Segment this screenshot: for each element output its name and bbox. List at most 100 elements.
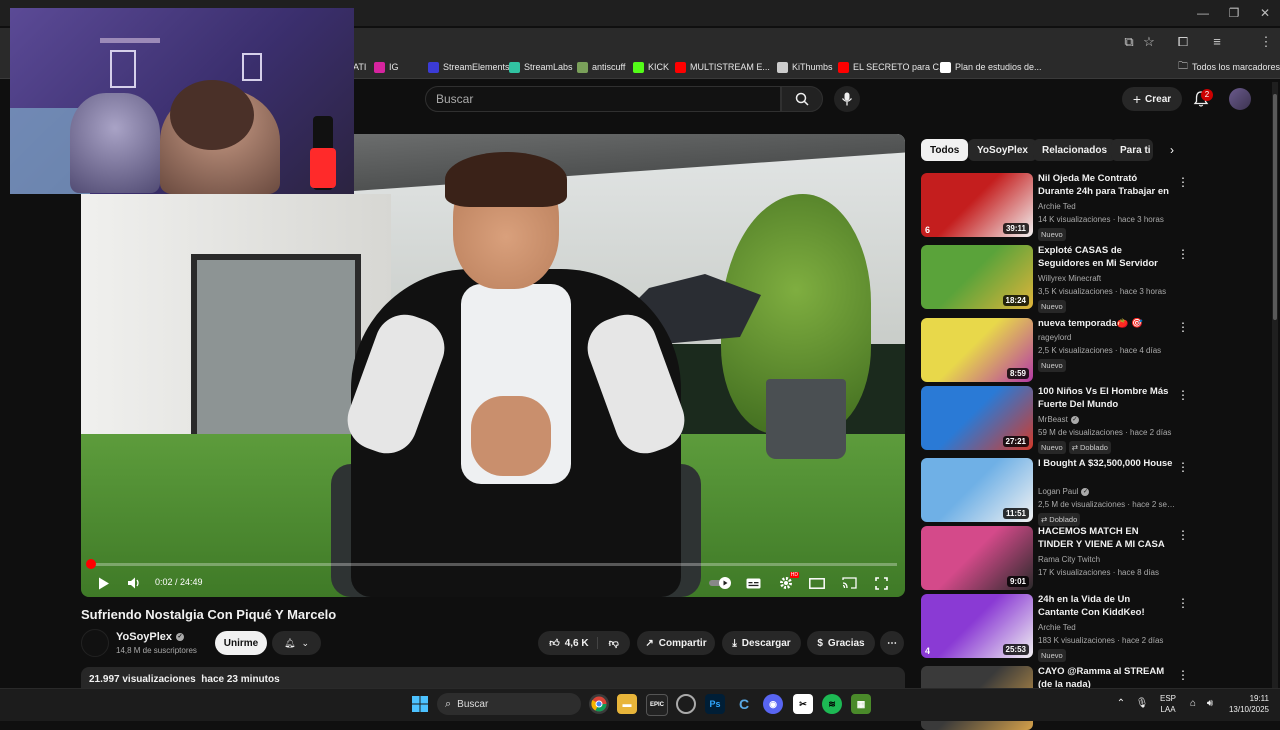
all-bookmarks-button[interactable]: 🗀 Todos los marcadores [1178, 59, 1280, 75]
kebab-menu-icon[interactable]: ⋮ [1257, 34, 1275, 50]
search-field[interactable] [425, 86, 800, 112]
recommended-channel[interactable]: Willyrex Minecraft [1038, 274, 1101, 283]
speaker-icon[interactable]: 🔊︎ [1203, 698, 1217, 710]
recommended-video-title[interactable]: I Bought A $32,500,000 House [1038, 458, 1173, 471]
settings-button[interactable]: HD [775, 572, 799, 594]
video-thumbnail[interactable]: 39:11 6 [921, 173, 1033, 237]
progress-bar[interactable] [89, 563, 897, 566]
like-button[interactable]: 👍︎ 4,6 K [549, 637, 598, 649]
chevron-up-icon[interactable]: ⌃ [1114, 698, 1128, 710]
recommended-video[interactable]: 39:11 6 Nil Ojeda Me Contrató Durante 24h … [921, 173, 1191, 241]
recommended-video[interactable]: 11:51 I Bought A $32,500,000 House Logan P… [921, 458, 1191, 526]
recommended-channel[interactable]: Rama City Twitch [1038, 555, 1100, 564]
recommended-video-title[interactable]: Nil Ojeda Me Contrató Durante 24h para T… [1038, 173, 1173, 199]
video-player[interactable]: 0:02 / 24:49 HD [81, 134, 905, 597]
join-button[interactable]: Unirme [215, 631, 267, 655]
close-window-icon[interactable]: ✕ [1250, 4, 1280, 22]
recommended-channel[interactable]: MrBeast ✓ [1038, 415, 1079, 424]
kebab-menu-icon[interactable]: ⋮ [1177, 320, 1189, 334]
kebab-menu-icon[interactable]: ⋮ [1177, 460, 1189, 474]
subtitles-button[interactable] [742, 572, 764, 594]
bookmark-item[interactable]: KICK [633, 59, 669, 75]
capcut-icon[interactable]: C [734, 694, 754, 714]
share-button[interactable]: ↗ Compartir [637, 631, 715, 655]
cast-button[interactable] [838, 572, 860, 594]
minecraft-icon[interactable]: ▦ [851, 694, 871, 714]
channel-avatar[interactable] [81, 629, 109, 657]
bookmark-item[interactable]: StreamElements [428, 59, 510, 75]
discord-icon[interactable]: ◉ [763, 694, 783, 714]
chip-channel[interactable]: YoSoyPlex [968, 139, 1037, 161]
chevron-right-icon[interactable]: › [1164, 142, 1180, 158]
extensions-icon[interactable]: ⧠ [1174, 34, 1192, 50]
theater-mode-button[interactable] [806, 572, 828, 594]
minimize-icon[interactable]: — [1188, 4, 1218, 22]
kebab-menu-icon[interactable]: ⋮ [1177, 528, 1189, 542]
epic-games-icon[interactable]: EPIC [646, 694, 668, 716]
taskbar-clock[interactable]: 19:11 13/10/2025 [1225, 693, 1269, 715]
recommended-video-title[interactable]: 100 Niños Vs El Hombre Más Fuerte Del Mu… [1038, 386, 1173, 411]
video-thumbnail[interactable]: 18:24 [921, 245, 1033, 309]
star-icon[interactable]: ☆ [1140, 34, 1158, 50]
recommended-channel[interactable]: Archie Ted [1038, 202, 1076, 211]
taskbar-search[interactable]: ⌕ Buscar [437, 693, 581, 715]
language-indicator[interactable]: ESP LAA [1160, 693, 1176, 715]
recommended-video[interactable]: 27:21 100 Niños Vs El Hombre Más Fuerte D… [921, 386, 1191, 454]
recommended-video-title[interactable]: nueva temporada🍅 🎯 [1038, 318, 1173, 331]
subscription-bell-button[interactable]: 🔔︎ ⌄ [272, 631, 321, 655]
recommended-video-title[interactable]: Exploté CASAS de Seguidores en Mi Servid… [1038, 245, 1173, 270]
play-button[interactable] [93, 572, 115, 594]
download-button[interactable]: ⤓ Descargar [722, 631, 801, 655]
search-button[interactable] [781, 86, 823, 112]
windows-start-icon[interactable] [410, 694, 430, 714]
search-input[interactable] [426, 87, 800, 111]
thanks-button[interactable]: $ Gracias [807, 631, 875, 655]
chip-for-you[interactable]: Para ti [1111, 139, 1153, 161]
bookmark-item[interactable]: IG [374, 59, 399, 75]
kebab-menu-icon[interactable]: ⋮ [1177, 247, 1189, 261]
video-thumbnail[interactable]: 27:21 [921, 386, 1033, 450]
recommended-video[interactable]: 9:01 HACEMOS MATCH EN TINDER Y VIENE A MI… [921, 526, 1191, 590]
more-actions-button[interactable]: ⋯ [880, 631, 904, 655]
bookmark-item[interactable]: antiscuff [577, 59, 625, 75]
chip-related[interactable]: Relacionados [1033, 139, 1117, 161]
mute-button[interactable] [123, 572, 145, 594]
kebab-menu-icon[interactable]: ⋮ [1177, 596, 1189, 610]
dislike-button[interactable]: 👎︎ [603, 637, 619, 649]
microphone-tray-icon[interactable]: 🎙︎ [1135, 698, 1149, 710]
recommended-channel[interactable]: Archie Ted [1038, 623, 1076, 632]
recommended-video[interactable]: 8:59 nueva temporada🍅 🎯 rageylord 2,5 K vis… [921, 318, 1191, 382]
autoplay-toggle[interactable] [707, 572, 735, 594]
recommended-channel[interactable]: Logan Paul ✓ [1038, 487, 1090, 496]
bookmark-item[interactable]: KiThumbs [777, 59, 833, 75]
scrollbar-thumb[interactable] [1273, 94, 1277, 320]
maximize-icon[interactable]: ❐ [1219, 4, 1249, 22]
kebab-menu-icon[interactable]: ⋮ [1177, 388, 1189, 402]
progress-scrubber[interactable] [86, 559, 96, 569]
video-thumbnail[interactable]: 11:51 [921, 458, 1033, 522]
chip-todos[interactable]: Todos [921, 139, 969, 161]
kebab-menu-icon[interactable]: ⋮ [1177, 668, 1189, 682]
kebab-menu-icon[interactable]: ⋮ [1177, 175, 1189, 189]
media-icon[interactable]: ≡ [1208, 34, 1226, 50]
recommended-video[interactable]: 18:24 Exploté CASAS de Seguidores en Mi S… [921, 245, 1191, 313]
video-thumbnail[interactable]: 9:01 [921, 526, 1033, 590]
capcut-editor-icon[interactable]: ✂ [793, 694, 813, 714]
video-thumbnail[interactable]: 8:59 [921, 318, 1033, 382]
cast-icon[interactable]: ⧉ [1120, 34, 1138, 50]
bookmark-item[interactable]: Plan de estudios de... [940, 59, 1042, 75]
recommended-video-title[interactable]: 24h en la Vida de Un Cantante Con KiddKe… [1038, 594, 1173, 619]
video-thumbnail[interactable]: 25:53 4 [921, 594, 1033, 658]
spotify-icon[interactable]: ≋ [822, 694, 842, 714]
recommended-video[interactable]: 25:53 4 24h en la Vida de Un Cantante Con … [921, 594, 1191, 662]
account-avatar[interactable] [1229, 88, 1251, 110]
bookmark-item[interactable]: StreamLabs [509, 59, 573, 75]
recommended-video-title[interactable]: HACEMOS MATCH EN TINDER Y VIENE A MI CAS… [1038, 526, 1173, 551]
bookmark-item[interactable]: MULTISTREAM E... [675, 59, 770, 75]
channel-name[interactable]: YoSoyPlex ✓ [116, 631, 185, 643]
create-button[interactable]: + Crear [1122, 87, 1182, 111]
network-icon[interactable]: ⌂ [1186, 698, 1200, 710]
fullscreen-button[interactable] [870, 572, 892, 594]
voice-search-button[interactable] [834, 86, 860, 112]
bookmark-item[interactable]: EL SECRETO para C... [838, 59, 947, 75]
